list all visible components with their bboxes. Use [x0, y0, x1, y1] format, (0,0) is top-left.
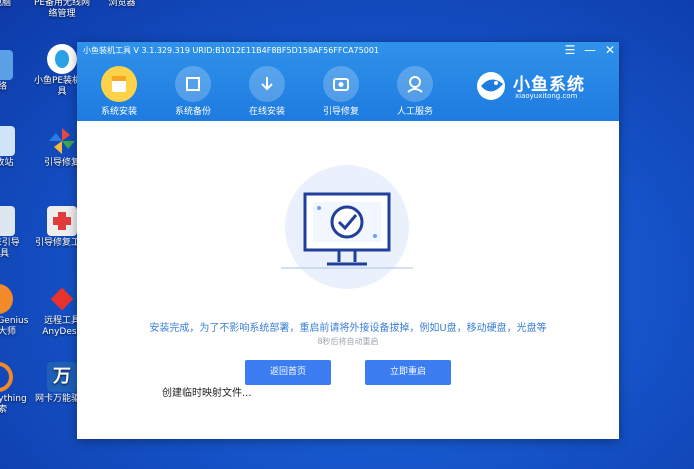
backup-icon — [175, 66, 211, 102]
install-complete-message: 安装完成，为了不影响系统部署，重启前请将外接设备拔掉，例如U盘，移动硬盘，光盘等 — [149, 323, 547, 334]
desktop-icon-dice[interactable]: DICE引导工具 — [0, 206, 20, 260]
back-home-button[interactable]: 返回首页 — [245, 360, 331, 385]
everything-search-icon — [0, 362, 13, 392]
desktop-icon-label: Everything搜索 — [0, 394, 27, 415]
tab-label: 在线安装 — [248, 107, 285, 117]
desktop-icon-label: 回收站 — [0, 158, 14, 168]
desktop-icon-label: 网络 — [0, 82, 7, 92]
pinwheel-icon — [47, 126, 77, 156]
network-icon — [0, 50, 13, 80]
diskgenius-icon — [0, 284, 13, 314]
install-icon — [101, 66, 137, 102]
desktop-icon-label: 浏览器 — [108, 0, 136, 8]
tab-system-install[interactable]: 系统安装 — [82, 66, 156, 117]
xiaoyu-fish-icon — [47, 44, 77, 74]
desktop-icon-label: DICE引导工具 — [0, 238, 20, 259]
brand-url: xiaoyuxitong.com — [515, 92, 578, 100]
desktop-icon-recycle-bin[interactable]: 回收站 — [0, 126, 20, 169]
fish-logo-icon — [477, 72, 505, 100]
auto-restart-countdown: 8秒后将自动重启 — [317, 337, 379, 346]
close-button[interactable]: ✕ — [601, 43, 619, 58]
network-driver-icon: 万 — [47, 362, 77, 392]
desktop-icon-label: 电脑 — [0, 0, 11, 8]
installer-window: 小鱼装机工具 V 3.1.329.319 URID:B1012E11B4F8BF… — [77, 42, 619, 439]
desktop-icon-network[interactable]: 网络 — [0, 50, 18, 93]
download-icon — [249, 66, 285, 102]
repair-icon — [323, 66, 359, 102]
recycle-bin-icon — [0, 126, 15, 156]
tab-label: 系统备份 — [174, 107, 211, 117]
desktop-icon-pe-wifi[interactable]: PE备用无线网络管理 — [30, 0, 94, 20]
desktop-icon-everything[interactable]: Everything搜索 — [0, 362, 27, 416]
tab-manual-service[interactable]: 人工服务 — [378, 66, 452, 117]
minimize-button[interactable]: — — [581, 43, 599, 58]
tab-system-backup[interactable]: 系统备份 — [156, 66, 230, 117]
toolbox-icon — [47, 206, 77, 236]
service-icon — [397, 66, 433, 102]
tab-online-install[interactable]: 在线安装 — [230, 66, 304, 117]
temp-mapping-status-text: 创建临时映射文件... — [162, 388, 252, 399]
menu-button[interactable]: ☰ — [561, 43, 579, 58]
desktop-icon-diskgenius[interactable]: DiskGenius分区大师 — [0, 284, 29, 338]
tab-label: 系统安装 — [100, 107, 137, 117]
brand-logo: 小鱼系统 xiaoyuxitong.com — [475, 68, 615, 104]
anydesk-icon — [47, 284, 77, 314]
install-complete-illustration — [281, 165, 413, 289]
tab-boot-repair[interactable]: 引导修复 — [304, 66, 378, 117]
dice-tool-icon — [0, 206, 15, 236]
desktop-icon-label: DiskGenius分区大师 — [0, 316, 29, 337]
restart-now-button[interactable]: 立即重启 — [365, 360, 451, 385]
tab-label: 引导修复 — [322, 107, 359, 117]
desktop-icon-browser[interactable]: 浏览器 — [90, 0, 154, 9]
desktop-icon-computer[interactable]: 电脑 — [0, 0, 22, 9]
window-header: 小鱼装机工具 V 3.1.329.319 URID:B1012E11B4F8BF… — [77, 42, 619, 121]
window-title: 小鱼装机工具 V 3.1.329.319 URID:B1012E11B4F8BF… — [83, 46, 380, 55]
desktop-icon-label: PE备用无线网络管理 — [33, 0, 91, 19]
tab-label: 人工服务 — [396, 107, 433, 117]
